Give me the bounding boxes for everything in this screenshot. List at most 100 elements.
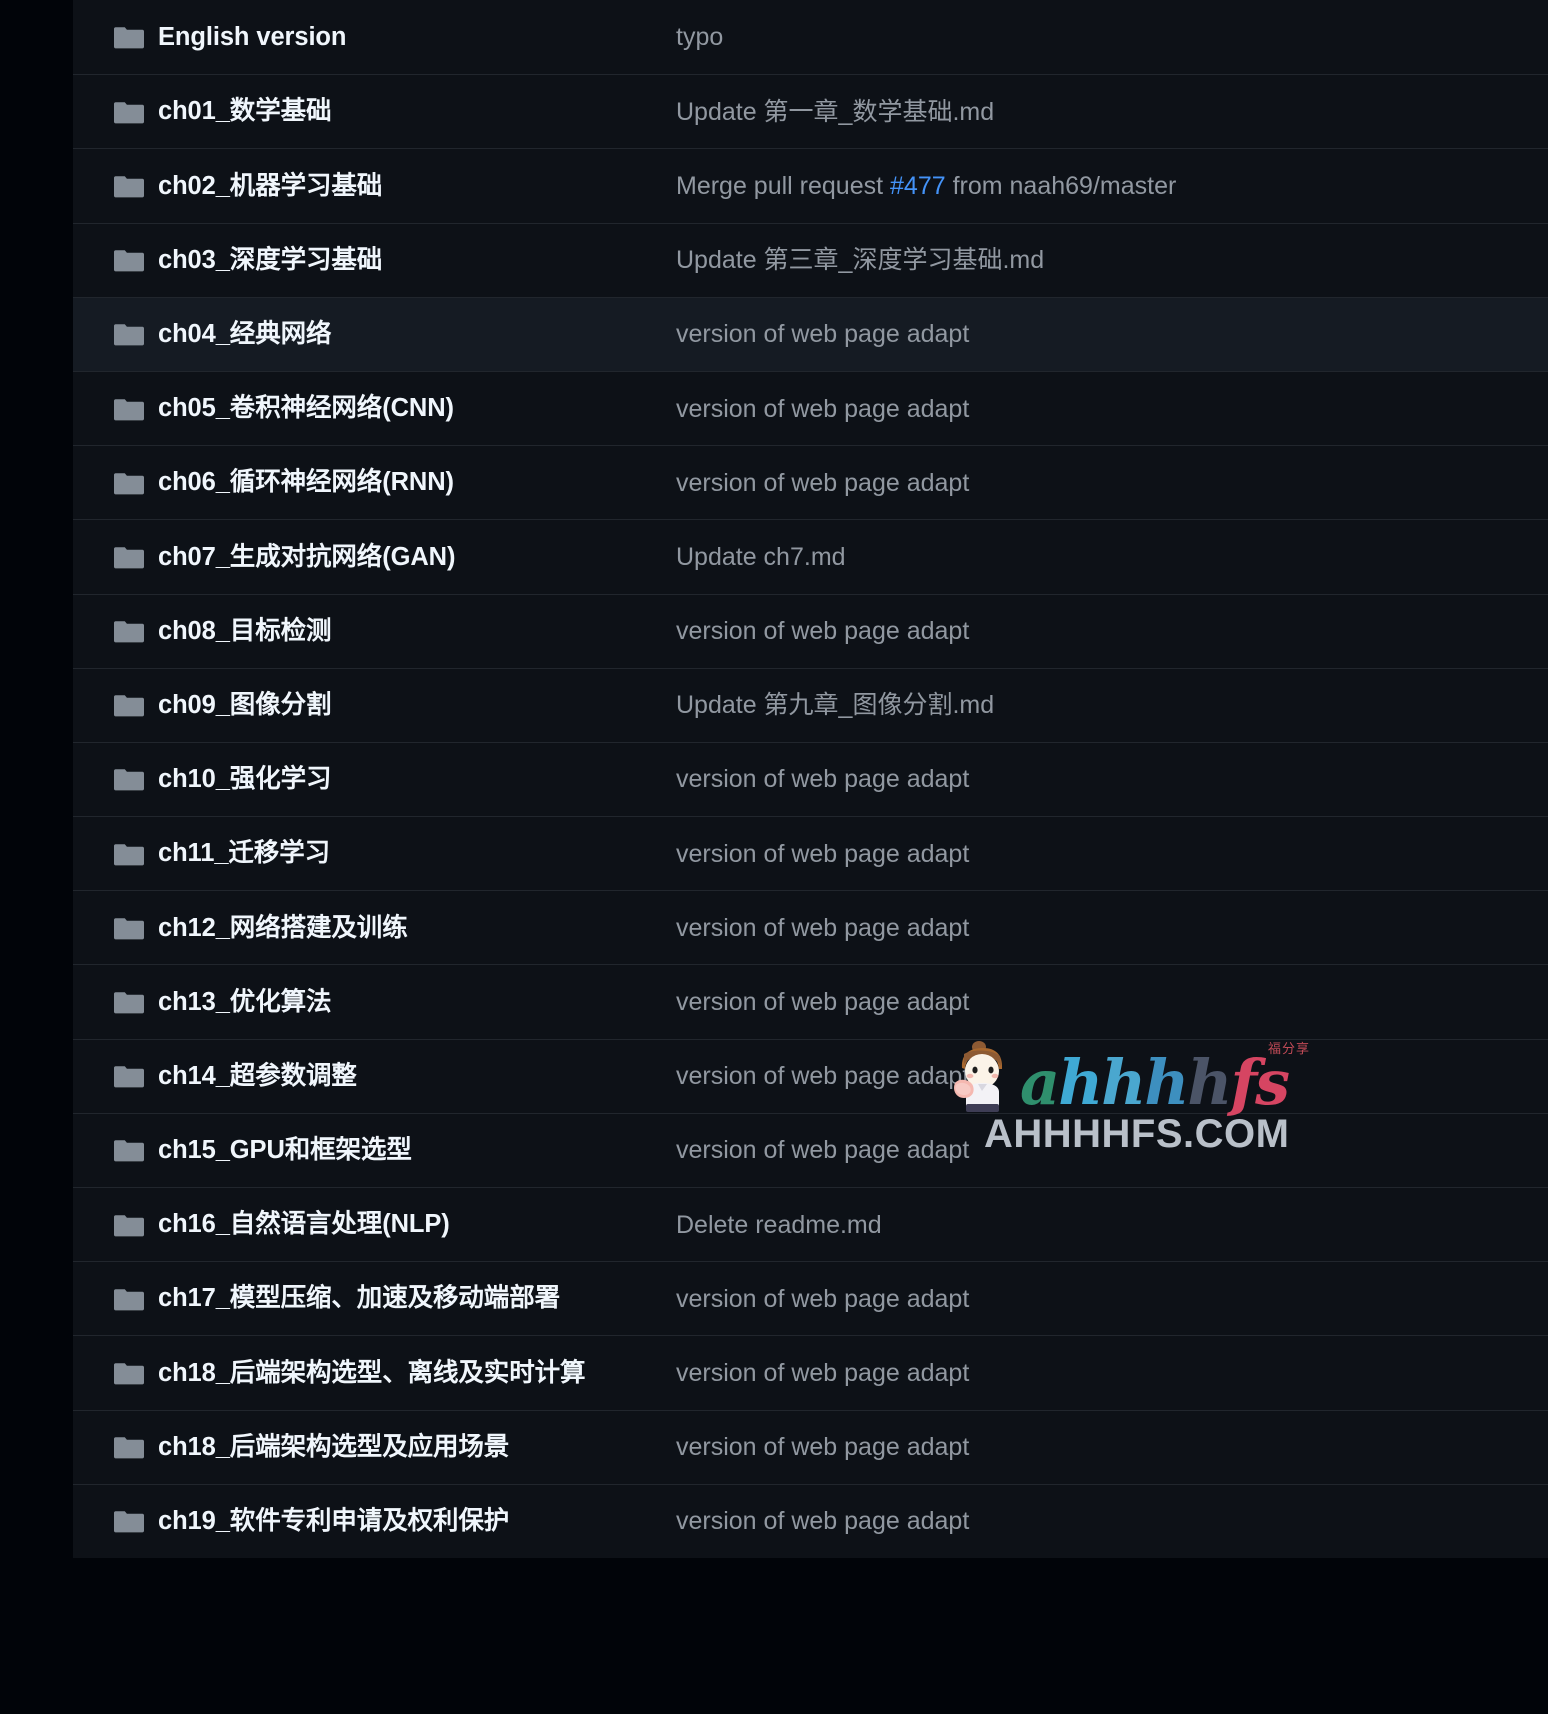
file-name-link[interactable]: ch19_软件专利申请及权利保护 — [158, 1506, 676, 1537]
folder-icon — [100, 470, 158, 496]
table-row[interactable]: ch15_GPU和框架选型 version of web page adapt — [73, 1112, 1548, 1187]
commit-message[interactable]: Merge pull request #477 from naah69/mast… — [676, 171, 1548, 201]
file-name-link[interactable]: ch04_经典网络 — [158, 319, 676, 350]
table-row[interactable]: ch02_机器学习基础 Merge pull request #477 from … — [73, 148, 1548, 223]
commit-message-text: version of web page adapt — [676, 1507, 970, 1536]
table-row[interactable]: ch14_超参数调整 version of web page adapt — [73, 1038, 1548, 1113]
pull-request-link[interactable]: #477 — [890, 172, 946, 200]
commit-message[interactable]: version of web page adapt — [676, 468, 1548, 498]
folder-icon — [100, 915, 158, 941]
commit-message-text: version of web page adapt — [676, 765, 970, 794]
table-row[interactable]: ch08_目标检测 version of web page adapt — [73, 593, 1548, 668]
file-name-link[interactable]: ch01_数学基础 — [158, 96, 676, 127]
file-name-link[interactable]: ch03_深度学习基础 — [158, 245, 676, 276]
commit-message[interactable]: version of web page adapt — [676, 394, 1548, 424]
file-name-link[interactable]: ch05_卷积神经网络(CNN) — [158, 393, 676, 424]
commit-message-text: version of web page adapt — [676, 468, 970, 497]
file-name-link[interactable]: ch15_GPU和框架选型 — [158, 1135, 676, 1166]
commit-message[interactable]: Update 第九章_图像分割.md — [676, 690, 1548, 720]
table-row[interactable]: ch09_图像分割 Update 第九章_图像分割.md — [73, 667, 1548, 742]
table-row[interactable]: ch11_迁移学习 version of web page adapt — [73, 816, 1548, 891]
commit-message-text: version of web page adapt — [676, 1358, 970, 1387]
file-name-link[interactable]: ch18_后端架构选型、离线及实时计算 — [158, 1358, 676, 1389]
commit-message-text: version of web page adapt — [676, 1433, 970, 1462]
table-row[interactable]: ch18_后端架构选型、离线及实时计算 version of web page a… — [73, 1335, 1548, 1410]
folder-icon — [100, 1137, 158, 1163]
commit-message[interactable]: version of web page adapt — [676, 1506, 1548, 1536]
table-row[interactable]: ch07_生成对抗网络(GAN) Update ch7.md — [73, 519, 1548, 594]
commit-message[interactable]: version of web page adapt — [676, 764, 1548, 794]
commit-message-text: Update 第三章_深度学习基础.md — [676, 246, 1045, 275]
commit-message[interactable]: Update ch7.md — [676, 542, 1548, 572]
commit-message-text: Merge pull request — [676, 171, 891, 200]
folder-icon — [100, 766, 158, 792]
folder-icon — [100, 99, 158, 125]
commit-message[interactable]: Delete readme.md — [676, 1210, 1548, 1240]
file-name-link[interactable]: ch11_迁移学习 — [158, 838, 676, 869]
table-row[interactable]: ch18_后端架构选型及应用场景 version of web page adap… — [73, 1409, 1548, 1484]
commit-message-text: version of web page adapt — [676, 1284, 970, 1313]
table-row[interactable]: ch05_卷积神经网络(CNN) version of web page adap… — [73, 370, 1548, 446]
commit-message[interactable]: version of web page adapt — [676, 839, 1548, 869]
file-name-link[interactable]: ch08_目标检测 — [158, 616, 676, 647]
table-row[interactable]: ch10_强化学习 version of web page adapt — [73, 741, 1548, 817]
commit-message-text: Delete readme.md — [676, 1210, 882, 1239]
commit-message-text: version of web page adapt — [676, 617, 970, 646]
commit-message-text: version of web page adapt — [676, 1136, 970, 1165]
commit-message-text: Update 第九章_图像分割.md — [676, 691, 995, 720]
file-name-link[interactable]: ch16_自然语言处理(NLP) — [158, 1209, 676, 1240]
table-row[interactable]: ch01_数学基础 Update 第一章_数学基础.md — [73, 74, 1548, 149]
table-row[interactable]: ch04_经典网络 version of web page adapt — [73, 296, 1548, 371]
commit-message-text: Update 第一章_数学基础.md — [676, 97, 995, 126]
folder-icon — [100, 1360, 158, 1386]
file-name-link[interactable]: ch12_网络搭建及训练 — [158, 913, 676, 944]
file-name-link[interactable]: ch09_图像分割 — [158, 690, 676, 721]
commit-message[interactable]: version of web page adapt — [676, 319, 1548, 349]
folder-icon — [100, 618, 158, 644]
folder-icon — [100, 989, 158, 1015]
file-name-link[interactable]: ch18_后端架构选型及应用场景 — [158, 1432, 676, 1463]
folder-icon — [100, 396, 158, 422]
commit-message[interactable]: version of web page adapt — [676, 1135, 1548, 1165]
commit-message-text: version of web page adapt — [676, 839, 970, 868]
commit-message-text: version of web page adapt — [676, 913, 970, 942]
file-name-link[interactable]: ch17_模型压缩、加速及移动端部署 — [158, 1283, 676, 1314]
commit-message-text: version of web page adapt — [676, 1062, 970, 1091]
file-name-link[interactable]: English version — [158, 22, 676, 53]
commit-message[interactable]: version of web page adapt — [676, 1432, 1548, 1462]
folder-icon — [100, 1434, 158, 1460]
table-row[interactable]: ch06_循环神经网络(RNN) version of web page adap… — [73, 445, 1548, 520]
table-row[interactable]: ch13_优化算法 version of web page adapt — [73, 964, 1548, 1039]
file-name-link[interactable]: ch14_超参数调整 — [158, 1061, 676, 1092]
commit-message-text: version of web page adapt — [676, 320, 970, 349]
table-row[interactable]: ch19_软件专利申请及权利保护 version of web page adap… — [73, 1483, 1548, 1558]
folder-icon — [100, 1063, 158, 1089]
folder-icon — [100, 173, 158, 199]
folder-icon — [100, 321, 158, 347]
commit-message[interactable]: version of web page adapt — [676, 987, 1548, 1017]
commit-message-text: Update ch7.md — [676, 542, 846, 571]
table-row[interactable]: ch03_深度学习基础 Update 第三章_深度学习基础.md — [73, 222, 1548, 297]
commit-message[interactable]: version of web page adapt — [676, 1358, 1548, 1388]
commit-message[interactable]: typo — [676, 22, 1548, 52]
file-name-link[interactable]: ch02_机器学习基础 — [158, 171, 676, 202]
commit-message[interactable]: version of web page adapt — [676, 616, 1548, 646]
commit-message-text: version of web page adapt — [676, 394, 970, 423]
table-row[interactable]: ch16_自然语言处理(NLP) Delete readme.md — [73, 1187, 1548, 1262]
folder-icon — [100, 841, 158, 867]
folder-icon — [100, 1286, 158, 1312]
file-name-link[interactable]: ch10_强化学习 — [158, 764, 676, 795]
commit-message[interactable]: Update 第一章_数学基础.md — [676, 97, 1548, 127]
commit-message[interactable]: version of web page adapt — [676, 913, 1548, 943]
commit-message[interactable]: version of web page adapt — [676, 1284, 1548, 1314]
commit-message[interactable]: version of web page adapt — [676, 1061, 1548, 1091]
folder-icon — [100, 692, 158, 718]
table-row[interactable]: ch12_网络搭建及训练 version of web page adapt — [73, 890, 1548, 965]
table-row[interactable]: ch17_模型压缩、加速及移动端部署 version of web page ad… — [73, 1261, 1548, 1336]
commit-message[interactable]: Update 第三章_深度学习基础.md — [676, 245, 1548, 275]
file-name-link[interactable]: ch13_优化算法 — [158, 987, 676, 1018]
table-row[interactable]: English version typo — [73, 0, 1548, 75]
file-name-link[interactable]: ch07_生成对抗网络(GAN) — [158, 542, 676, 573]
file-name-link[interactable]: ch06_循环神经网络(RNN) — [158, 467, 676, 498]
folder-icon — [100, 24, 158, 50]
